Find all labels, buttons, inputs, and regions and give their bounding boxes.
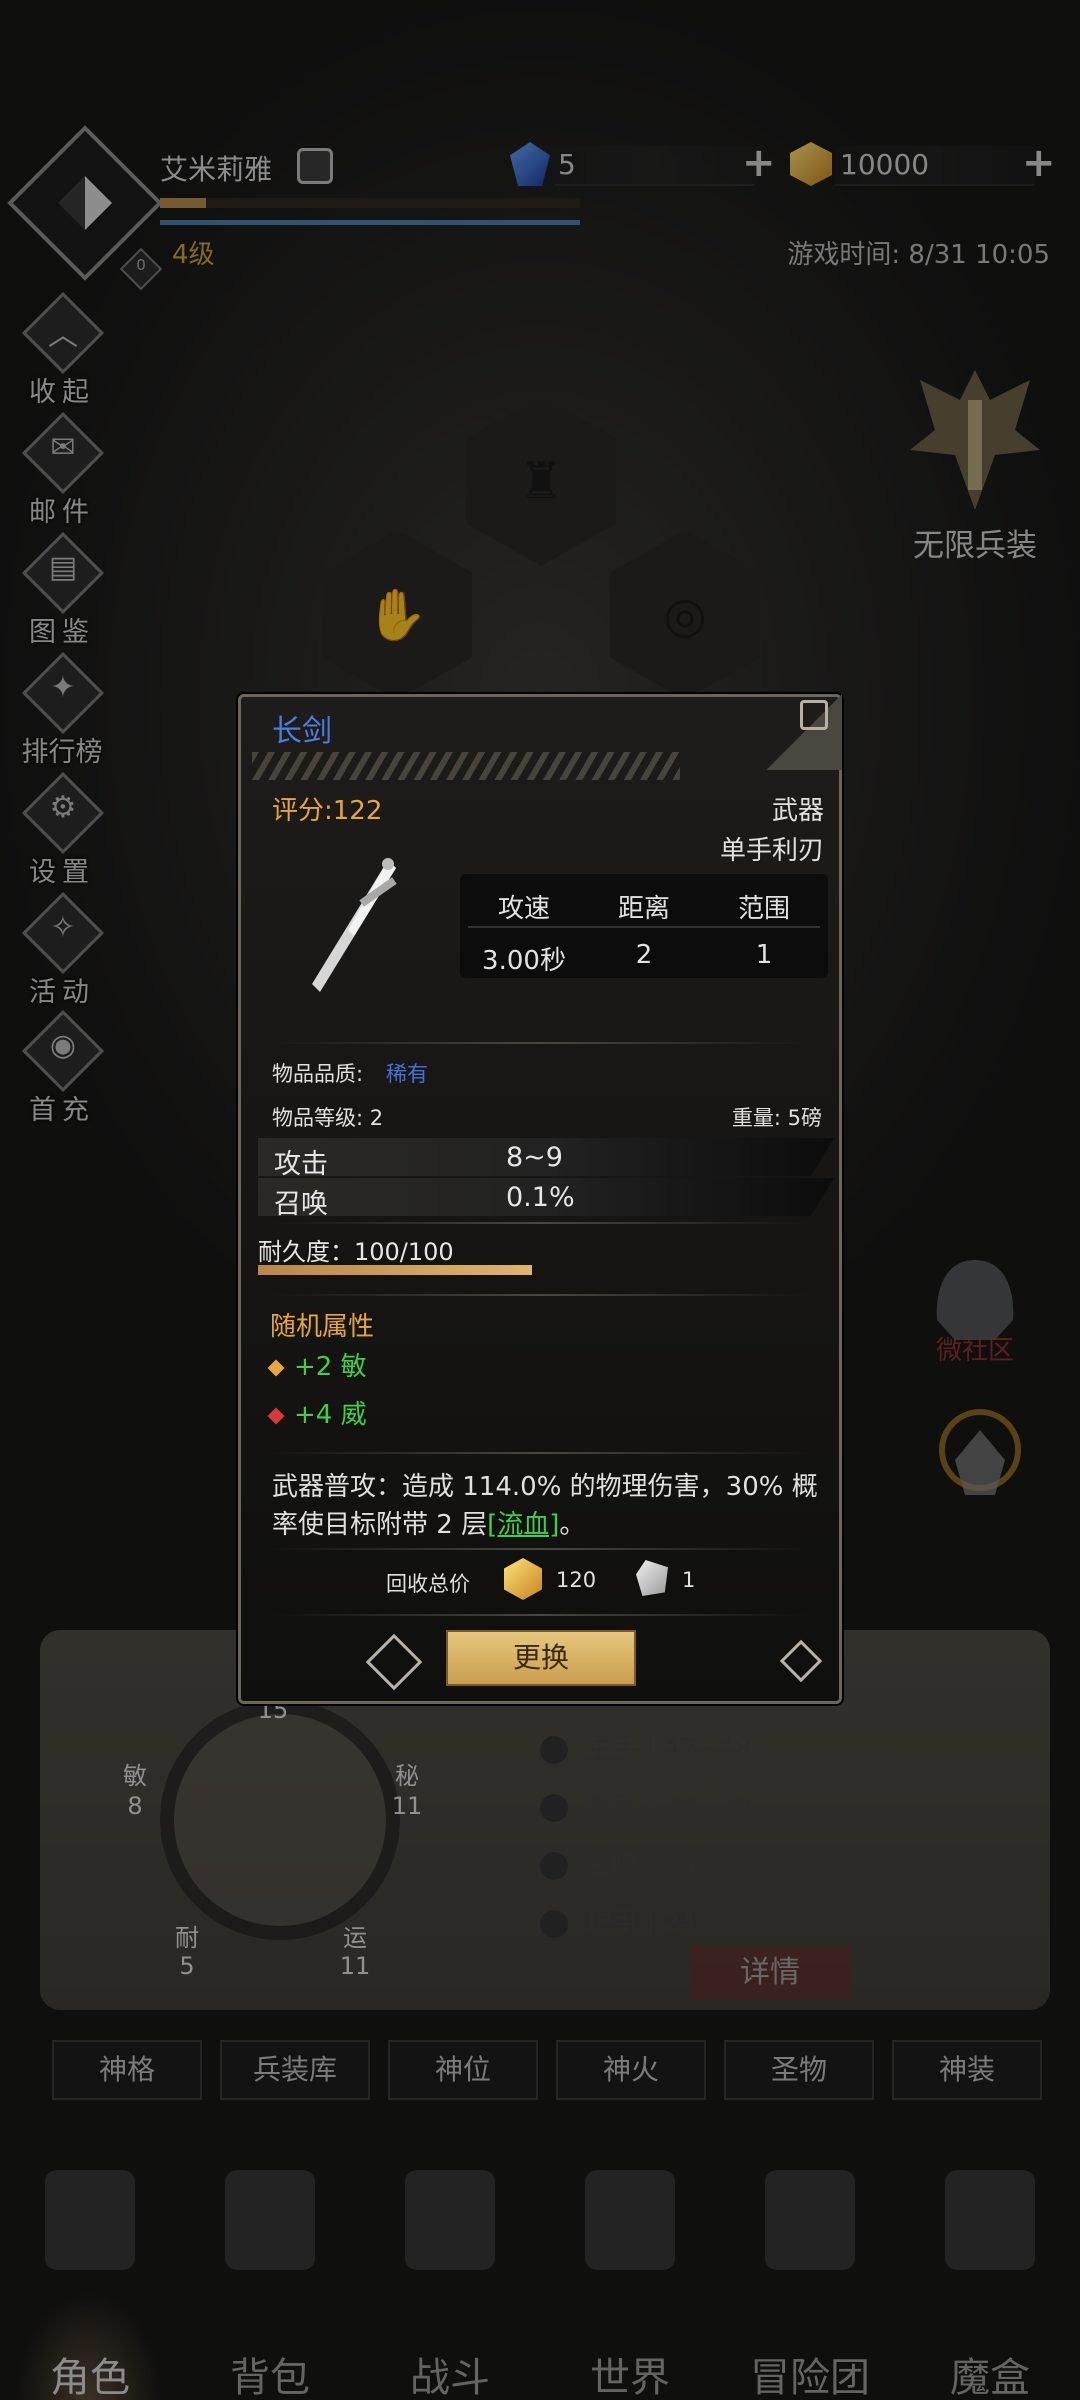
item-level: 物品等级: 2 — [272, 1106, 384, 1130]
quality-value: 稀有 — [386, 1062, 428, 1086]
random-attributes-title: 随机属性 — [270, 1312, 375, 1342]
lock-icon[interactable] — [800, 700, 828, 730]
table-header-distance: 距离 — [617, 894, 670, 924]
attribute-name: 召唤 — [274, 1189, 328, 1220]
title-hatch-decoration — [252, 752, 680, 780]
random-attribute-row: +4 威 — [267, 1394, 367, 1431]
table-value-speed: 3.00秒 — [482, 946, 566, 976]
table-value-range: 1 — [755, 940, 773, 970]
section-divider — [270, 1452, 810, 1454]
section-divider — [270, 1042, 810, 1044]
table-header-range: 范围 — [737, 894, 790, 924]
random-attribute-row: +2 敏 — [267, 1346, 367, 1383]
replace-button[interactable]: 更换 — [446, 1630, 636, 1686]
attribute-row-attack: 攻击 8~9 — [258, 1138, 834, 1180]
section-divider — [270, 1548, 810, 1550]
section-divider — [270, 1614, 810, 1616]
quality-label: 物品品质: — [272, 1062, 364, 1086]
recycle-label: 回收总价 — [386, 1572, 470, 1596]
item-score: 评分:122 — [272, 796, 383, 826]
random-attribute-text: +4 威 — [294, 1400, 367, 1430]
table-header-speed: 攻速 — [497, 894, 550, 924]
table-divider — [468, 926, 820, 928]
longsword-icon — [312, 858, 397, 992]
red-gem-icon — [267, 1407, 285, 1424]
item-weight: 重量: 5磅 — [731, 1106, 822, 1130]
item-name: 长剑 — [272, 714, 332, 749]
attribute-value: 0.1% — [506, 1182, 575, 1213]
orange-gem-icon — [267, 1359, 285, 1376]
recycle-gold-value: 120 — [556, 1568, 597, 1592]
bleed-link[interactable]: [流血] — [487, 1510, 559, 1540]
item-type: 武器 — [771, 796, 824, 826]
table-value-distance: 2 — [635, 940, 653, 970]
random-attribute-text: +2 敏 — [294, 1352, 367, 1382]
recycle-stone-value: 1 — [682, 1568, 696, 1592]
effect-suffix: 。 — [559, 1510, 586, 1540]
section-divider — [270, 1222, 810, 1224]
durability-label: 耐久度：100/100 — [258, 1238, 454, 1266]
item-subtype: 单手利刃 — [719, 836, 824, 866]
attribute-row-summon: 召唤 0.1% — [258, 1178, 834, 1220]
attribute-value: 8~9 — [506, 1142, 563, 1173]
attribute-name: 攻击 — [274, 1149, 328, 1180]
durability-bar-fill — [258, 1265, 532, 1275]
weapon-effect-text: 武器普攻：造成 114.0% 的物理伤害，30% 概率使目标附带 2 层[流血]… — [272, 1468, 818, 1544]
section-divider — [270, 1294, 810, 1296]
